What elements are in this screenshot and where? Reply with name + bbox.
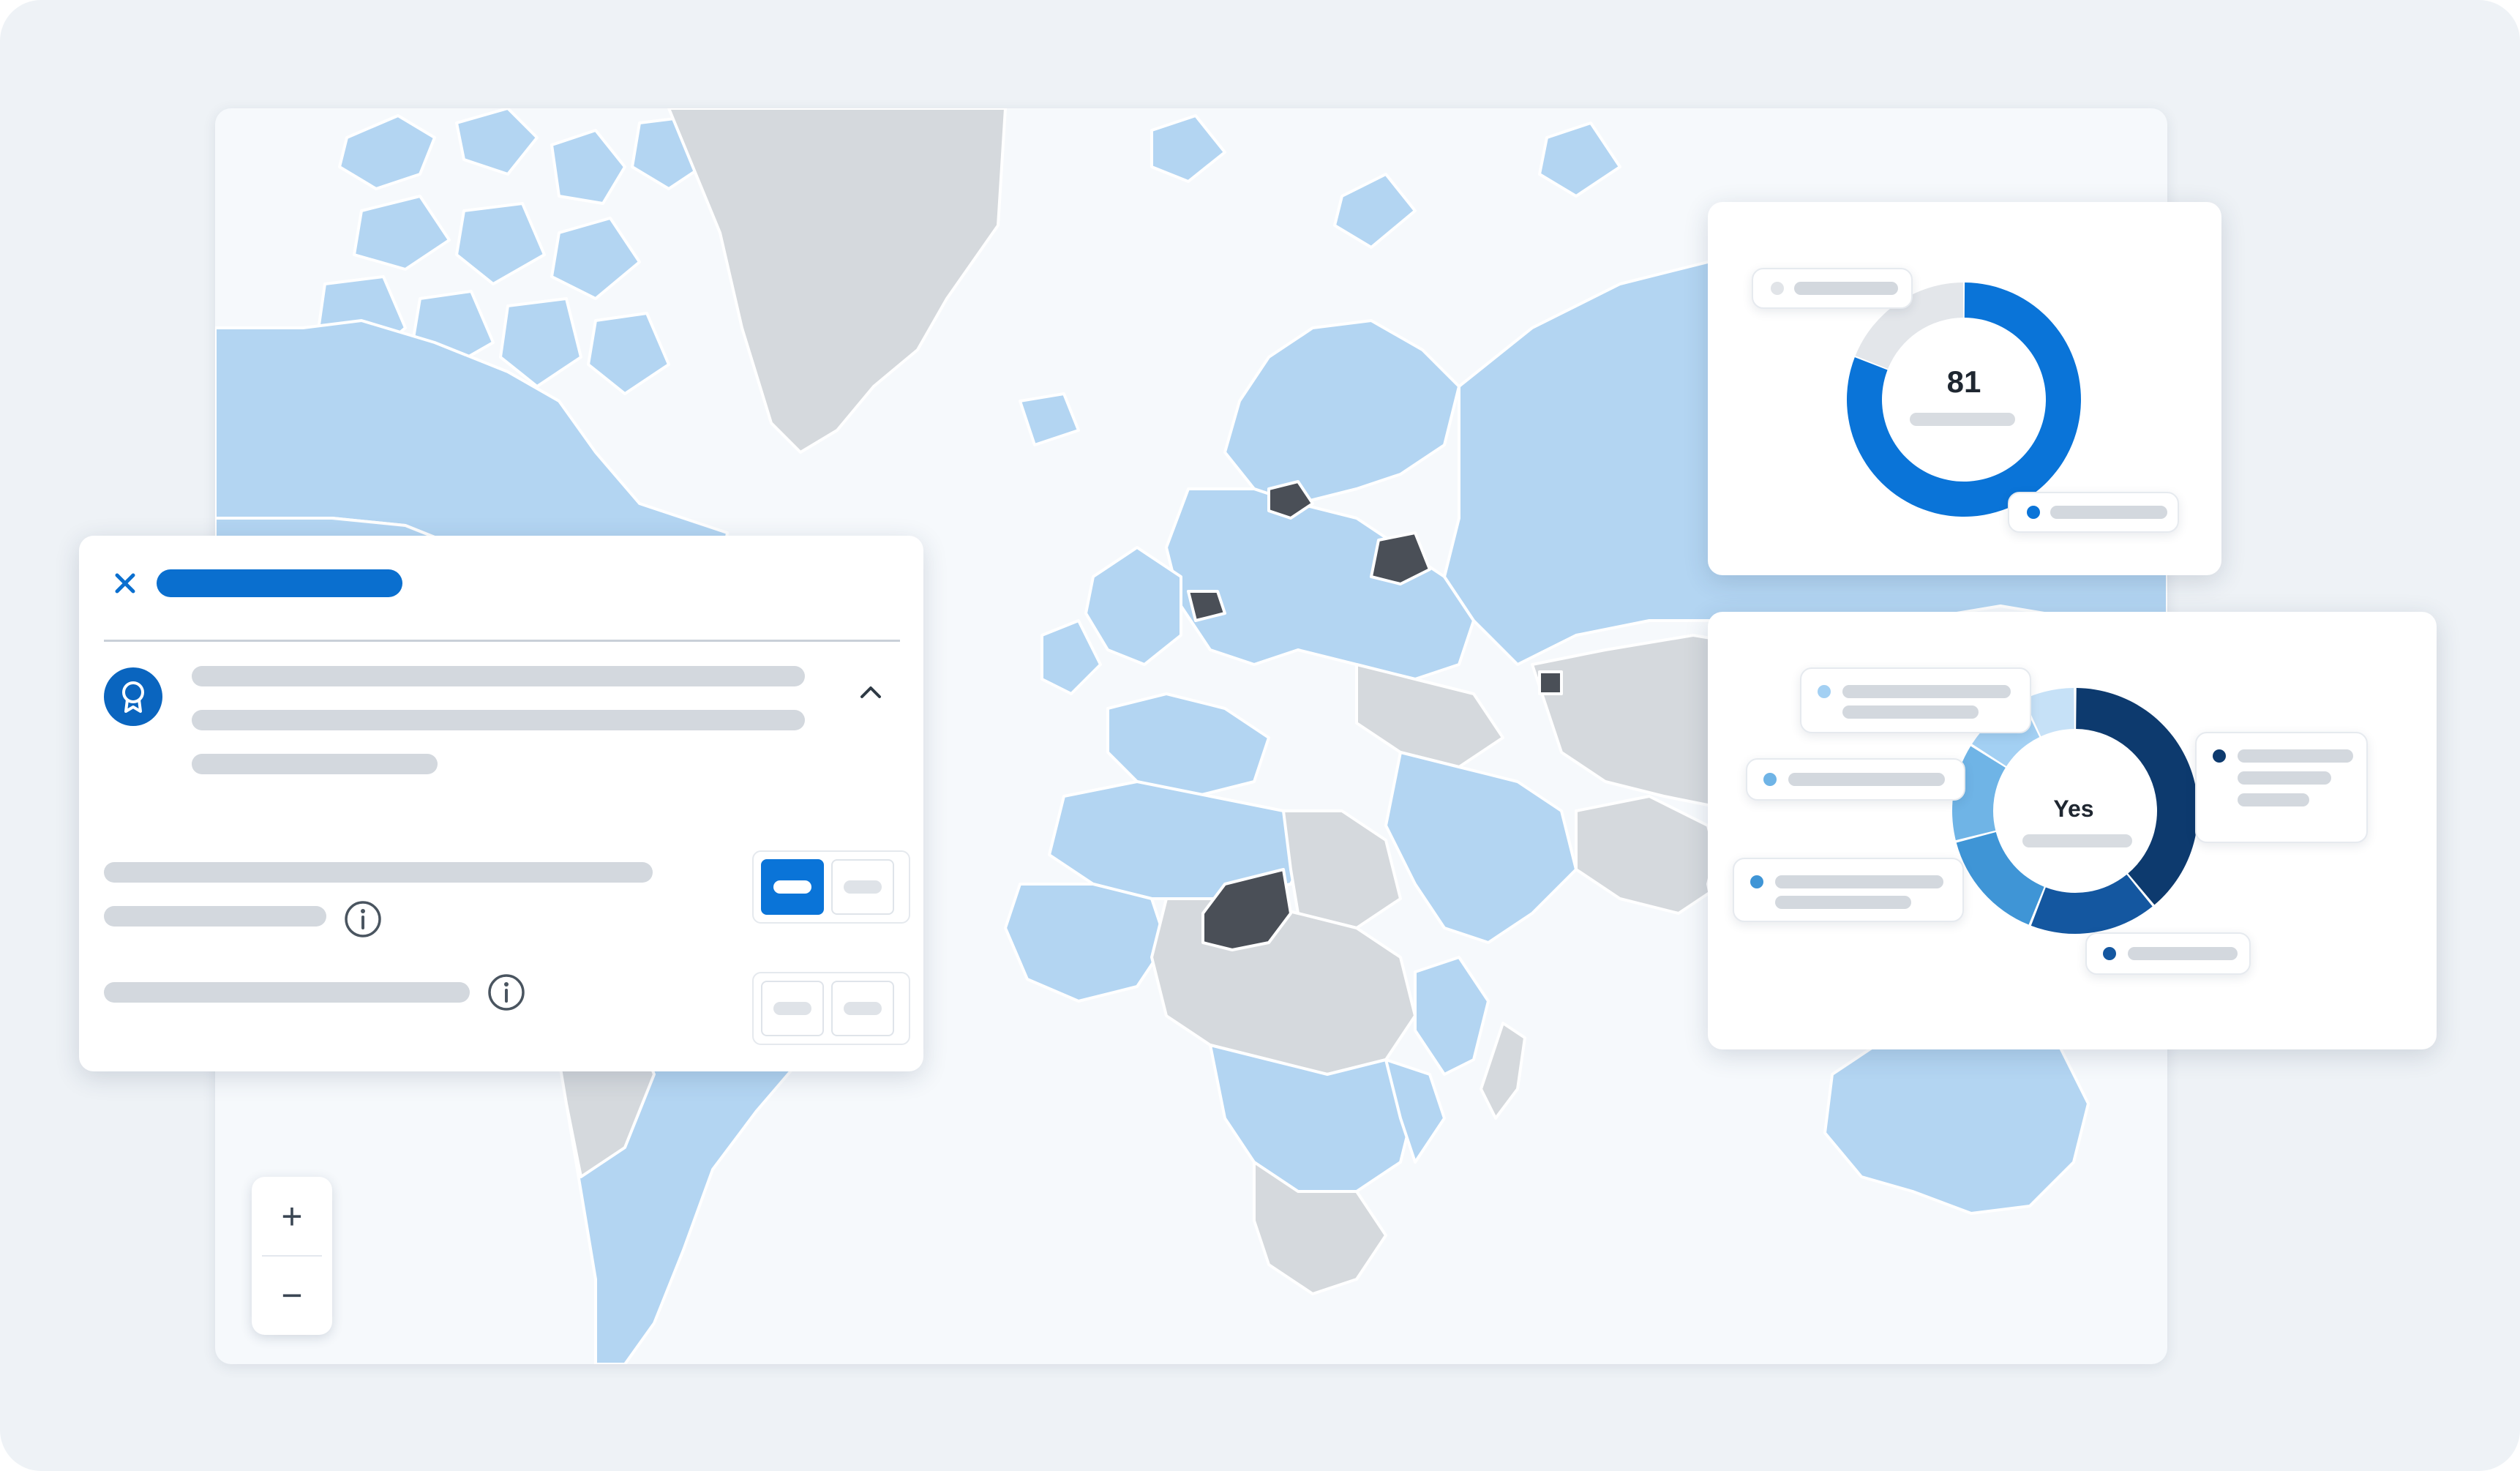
toggle-option-a[interactable] [761, 981, 824, 1036]
distribution-subtitle-placeholder [2022, 834, 2132, 847]
legend-text-placeholder [2238, 749, 2353, 763]
gauge-value: 81 [1946, 364, 1981, 399]
zoom-out-button[interactable]: − [252, 1256, 332, 1335]
legend-text-placeholder [1775, 875, 1943, 888]
country-shape [1823, 1022, 2090, 1215]
detail-panel [79, 536, 923, 1071]
setting-label-placeholder [104, 906, 326, 927]
legend-text-placeholder [2128, 947, 2238, 960]
legend-text-placeholder [1842, 685, 2011, 698]
legend-dot [1771, 282, 1784, 295]
country-shape [1384, 751, 1578, 944]
text-placeholder [192, 666, 805, 686]
highlight-country [1538, 670, 1563, 695]
country-shape [455, 108, 539, 176]
distribution-center-label: Yes [2053, 796, 2094, 822]
legend-dot [1763, 773, 1777, 786]
toggle-option-off[interactable] [831, 859, 894, 915]
legend-dot [2027, 506, 2040, 519]
country-shape [1106, 692, 1270, 798]
gauge-card: 81 [1708, 202, 2221, 575]
legend-text-placeholder [1775, 896, 1911, 909]
country-shape [550, 129, 626, 205]
toggle-group [752, 850, 910, 924]
country-shape [1538, 121, 1621, 198]
legend-dot [1750, 875, 1763, 888]
legend-label [2195, 732, 2368, 843]
country-shape [1165, 487, 1475, 681]
legend-text-placeholder [1794, 282, 1898, 295]
country-shape [1150, 114, 1226, 183]
legend-text-placeholder [2050, 506, 2167, 519]
country-shape [1040, 619, 1102, 695]
legend-dot [2103, 947, 2116, 960]
country-shape [1333, 173, 1417, 249]
legend-dot [2213, 749, 2226, 763]
country-shape [338, 114, 436, 190]
close-icon[interactable] [105, 564, 145, 603]
award-badge-icon [104, 667, 162, 726]
legend-label [1733, 858, 1964, 922]
legend-label-gray [1752, 268, 1913, 309]
legend-label-blue [2008, 492, 2179, 533]
country-shape [455, 202, 546, 285]
zoom-controls: + − [252, 1177, 332, 1335]
chevron-up-icon[interactable] [855, 679, 887, 705]
country-shape [1575, 795, 1724, 915]
panel-divider [104, 640, 900, 642]
info-icon[interactable] [342, 899, 383, 940]
legend-label [1800, 667, 2031, 733]
country-shape [1223, 319, 1460, 505]
toggle-option-on[interactable] [761, 859, 824, 915]
setting-label-placeholder [104, 982, 470, 1003]
legend-text-placeholder [2238, 793, 2309, 806]
info-icon[interactable] [486, 972, 527, 1013]
text-placeholder [192, 710, 805, 730]
setting-label-placeholder [104, 862, 653, 883]
legend-text-placeholder [1842, 705, 1979, 719]
text-placeholder [192, 754, 438, 774]
toggle-option-b[interactable] [831, 981, 894, 1036]
country-shape [1480, 1022, 1526, 1120]
country-shape [587, 312, 670, 395]
zoom-in-button[interactable]: + [252, 1177, 332, 1256]
country-shape [1019, 392, 1080, 446]
legend-text-placeholder [1788, 773, 1945, 786]
legend-text-placeholder [2238, 771, 2331, 785]
legend-label [1746, 758, 1965, 801]
country-shape [1004, 883, 1168, 1003]
distribution-card: Yes [1708, 612, 2437, 1049]
country-shape [550, 217, 641, 300]
country-shape [1282, 809, 1402, 929]
panel-title-placeholder [157, 569, 402, 597]
legend-dot [1818, 685, 1831, 698]
country-shape [1084, 546, 1182, 666]
legend-label [2085, 932, 2251, 975]
country-shape [1414, 956, 1490, 1076]
country-shape [1355, 663, 1504, 768]
distribution-slice-2[interactable] [2030, 875, 2153, 934]
country-shape [353, 195, 451, 271]
country-shape [667, 108, 1007, 454]
gauge-subtitle-placeholder [1910, 413, 2015, 426]
toggle-group [752, 972, 910, 1045]
